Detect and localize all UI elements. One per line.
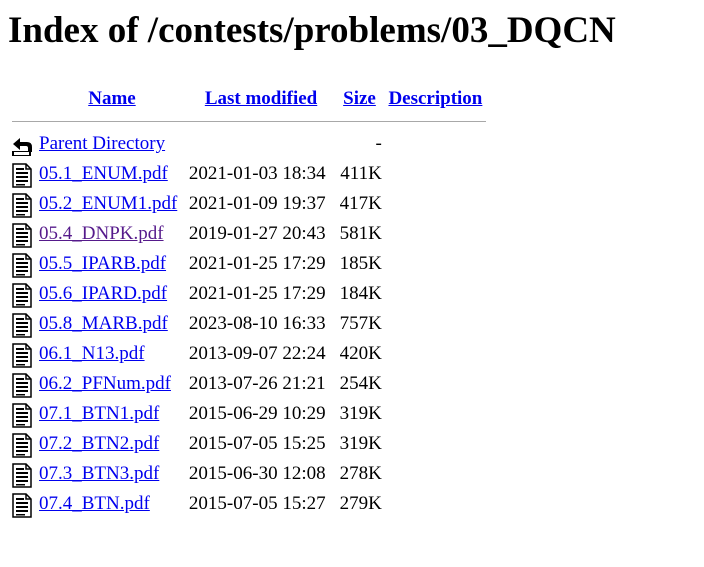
file-size: 417K [339, 193, 382, 214]
file-description [385, 280, 486, 308]
icon-header [10, 86, 36, 112]
file-modified: 2015-07-05 15:25 [188, 433, 326, 454]
file-link[interactable]: 05.8_MARB.pdf [39, 313, 168, 334]
document-icon [10, 222, 34, 248]
file-size: 278K [339, 463, 382, 484]
file-description [385, 340, 486, 368]
file-modified: 2013-07-26 21:21 [188, 373, 326, 394]
file-modified: 2015-07-05 15:27 [188, 493, 326, 514]
document-icon [10, 372, 34, 398]
file-modified: 2021-01-03 18:34 [188, 163, 326, 184]
file-description [385, 250, 486, 278]
file-size: 420K [339, 343, 382, 364]
file-row: 07.3_BTN3.pdf 2015-06-30 12:08 278K [10, 460, 486, 488]
file-modified: 2021-01-25 17:29 [188, 253, 326, 274]
file-row: 06.1_N13.pdf 2013-09-07 22:24 420K [10, 340, 486, 368]
file-link[interactable]: 05.2_ENUM1.pdf [39, 193, 177, 214]
file-link[interactable]: 06.1_N13.pdf [39, 343, 145, 364]
file-link[interactable]: 05.4_DNPK.pdf [39, 223, 164, 244]
file-size: 319K [339, 433, 382, 454]
document-icon [10, 282, 34, 308]
file-description [385, 370, 486, 398]
file-link[interactable]: 06.2_PFNum.pdf [39, 373, 171, 394]
file-link[interactable]: 05.1_ENUM.pdf [39, 163, 168, 184]
file-size: 581K [339, 223, 382, 244]
header-row: Name Last modified Size Description [10, 86, 486, 112]
parent-directory-link[interactable]: Parent Directory [39, 133, 165, 154]
document-icon [10, 492, 34, 518]
document-icon [10, 402, 34, 428]
description-header: Description [385, 86, 486, 112]
file-description [385, 310, 486, 338]
separator-row [10, 114, 486, 128]
file-row: 05.5_IPARB.pdf 2021-01-25 17:29 185K [10, 250, 486, 278]
file-row: 07.1_BTN1.pdf 2015-06-29 10:29 319K [10, 400, 486, 428]
document-icon [10, 162, 34, 188]
file-size: 185K [339, 253, 382, 274]
document-icon [10, 192, 34, 218]
file-link[interactable]: 07.1_BTN1.pdf [39, 403, 159, 424]
file-row: 07.4_BTN.pdf 2015-07-05 15:27 279K [10, 490, 486, 518]
document-icon [10, 252, 34, 278]
sort-by-name-link[interactable]: Name [88, 88, 135, 109]
file-row: 05.8_MARB.pdf 2023-08-10 16:33 757K [10, 310, 486, 338]
file-size: 184K [339, 283, 382, 304]
file-row: 05.4_DNPK.pdf 2019-01-27 20:43 581K [10, 220, 486, 248]
file-description [385, 400, 486, 428]
file-modified: 2019-01-27 20:43 [188, 223, 326, 244]
file-link[interactable]: 05.6_IPARD.pdf [39, 283, 167, 304]
file-size: - [375, 133, 382, 154]
parent-directory-row: Parent Directory - [10, 130, 486, 158]
file-size: 757K [339, 313, 382, 334]
file-link[interactable]: 07.3_BTN3.pdf [39, 463, 159, 484]
file-row: 05.6_IPARD.pdf 2021-01-25 17:29 184K [10, 280, 486, 308]
file-link[interactable]: 05.5_IPARB.pdf [39, 253, 166, 274]
document-icon [10, 462, 34, 488]
file-row: 07.2_BTN2.pdf 2015-07-05 15:25 319K [10, 430, 486, 458]
name-header: Name [38, 86, 186, 112]
file-description [385, 190, 486, 218]
file-description [385, 160, 486, 188]
file-modified: 2013-09-07 22:24 [188, 343, 326, 364]
file-size: 411K [340, 163, 382, 184]
document-icon [10, 312, 34, 338]
file-size: 254K [339, 373, 382, 394]
file-link[interactable]: 07.2_BTN2.pdf [39, 433, 159, 454]
document-icon [10, 342, 34, 368]
file-row: 05.1_ENUM.pdf 2021-01-03 18:34 411K [10, 160, 486, 188]
file-row: 06.2_PFNum.pdf 2013-07-26 21:21 254K [10, 370, 486, 398]
file-description [385, 490, 486, 518]
file-modified: 2015-06-29 10:29 [188, 403, 326, 424]
header-divider [12, 120, 486, 122]
file-modified: 2021-01-25 17:29 [188, 283, 326, 304]
document-icon [10, 432, 34, 458]
sort-by-size-link[interactable]: Size [343, 88, 376, 109]
file-description [385, 430, 486, 458]
file-modified: 2021-01-09 19:37 [188, 193, 326, 214]
file-modified: 2023-08-10 16:33 [188, 313, 326, 334]
file-description [385, 460, 486, 488]
sort-by-last-modified-link[interactable]: Last modified [205, 88, 317, 109]
last-modified-header: Last modified [188, 86, 334, 112]
back-folder-icon [10, 132, 34, 158]
file-listing-table: Name Last modified Size Description Pare… [8, 84, 488, 520]
file-size: 319K [339, 403, 382, 424]
size-header: Size [336, 86, 383, 112]
sort-by-description-link[interactable]: Description [388, 88, 482, 109]
page-title: Index of /contests/problems/03_DQCN [8, 10, 616, 51]
file-modified: 2015-06-30 12:08 [188, 463, 326, 484]
file-link[interactable]: 07.4_BTN.pdf [39, 493, 150, 514]
file-size: 279K [339, 493, 382, 514]
file-row: 05.2_ENUM1.pdf 2021-01-09 19:37 417K [10, 190, 486, 218]
file-description [385, 220, 486, 248]
